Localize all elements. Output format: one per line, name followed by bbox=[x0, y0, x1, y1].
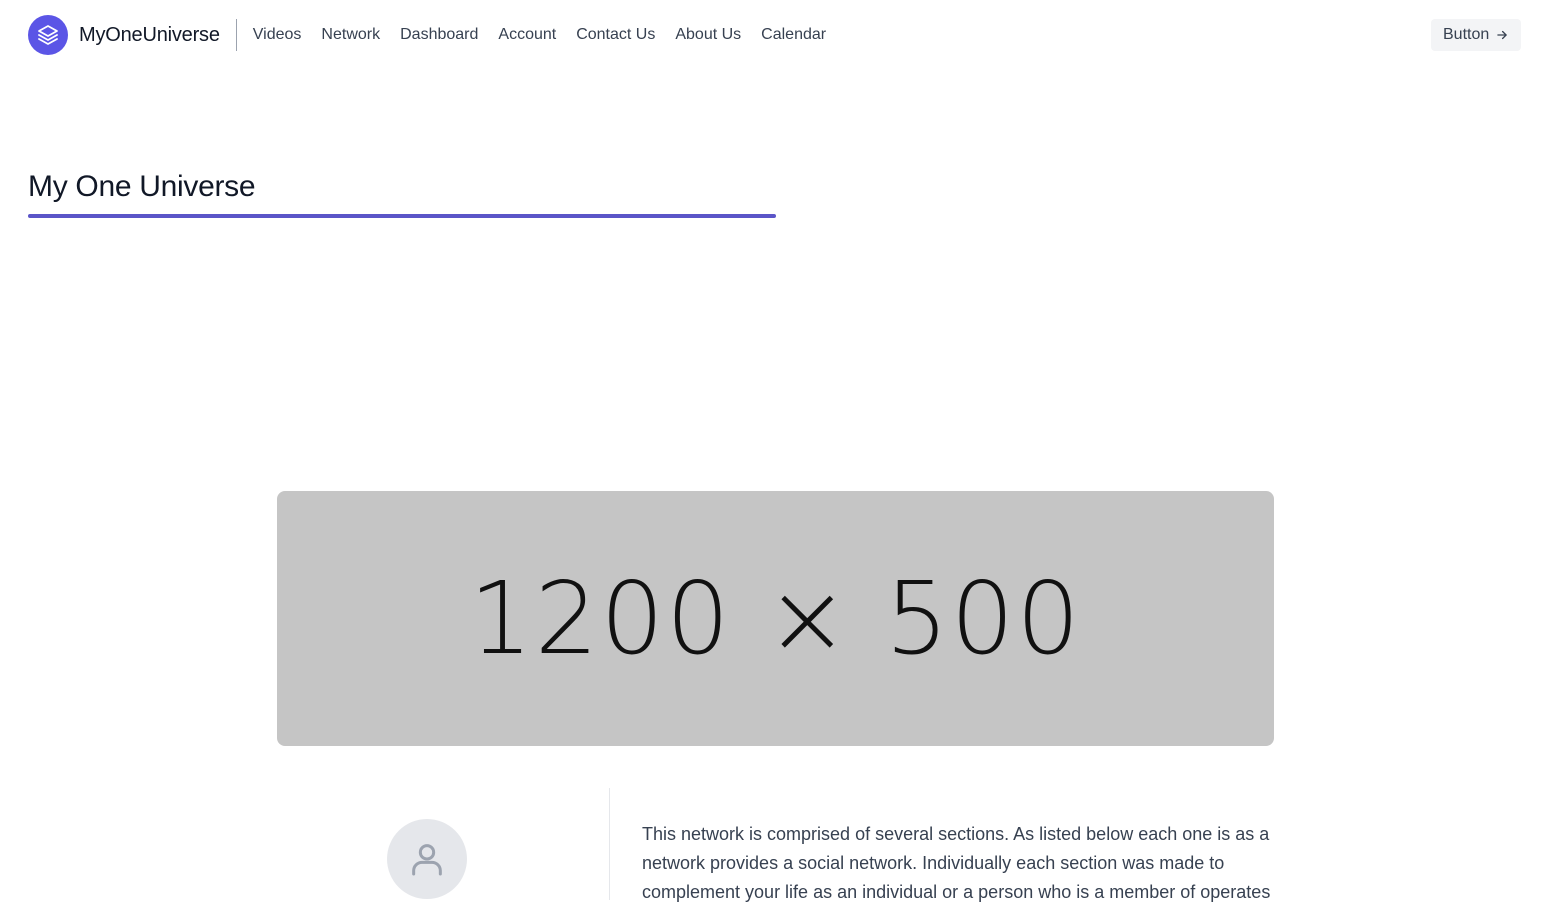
content-divider bbox=[609, 788, 610, 900]
arrow-right-icon bbox=[1497, 30, 1507, 40]
intro-paragraph: This network is comprised of several sec… bbox=[642, 824, 1271, 902]
brand-name: MyOneUniverse bbox=[79, 23, 220, 46]
header-action-button[interactable]: Button bbox=[1431, 19, 1522, 51]
hero-image-placeholder: 1200 × 500 bbox=[277, 491, 1274, 746]
nav-item-network[interactable]: Network bbox=[321, 26, 380, 44]
title-underline bbox=[28, 214, 776, 218]
nav-item-contact-us[interactable]: Contact Us bbox=[576, 26, 655, 44]
main-nav: Videos Network Dashboard Account Contact… bbox=[253, 26, 846, 44]
header-button-label: Button bbox=[1443, 26, 1490, 43]
layers-icon bbox=[28, 15, 68, 55]
nav-item-account[interactable]: Account bbox=[498, 26, 556, 44]
user-icon bbox=[412, 844, 442, 876]
nav-item-about-us[interactable]: About Us bbox=[675, 26, 741, 44]
nav-item-calendar[interactable]: Calendar bbox=[761, 26, 826, 44]
site-header: MyOneUniverse Videos Network Dashboard A… bbox=[28, 0, 1528, 70]
page-title: My One Universe bbox=[28, 170, 256, 203]
author-column bbox=[277, 788, 609, 900]
brand-link[interactable]: MyOneUniverse bbox=[28, 15, 220, 55]
nav-item-dashboard[interactable]: Dashboard bbox=[400, 26, 478, 44]
avatar bbox=[387, 819, 467, 899]
hero-image-label: 1200 × 500 bbox=[469, 560, 1082, 677]
header-divider bbox=[235, 19, 237, 51]
nav-item-videos[interactable]: Videos bbox=[253, 26, 302, 44]
